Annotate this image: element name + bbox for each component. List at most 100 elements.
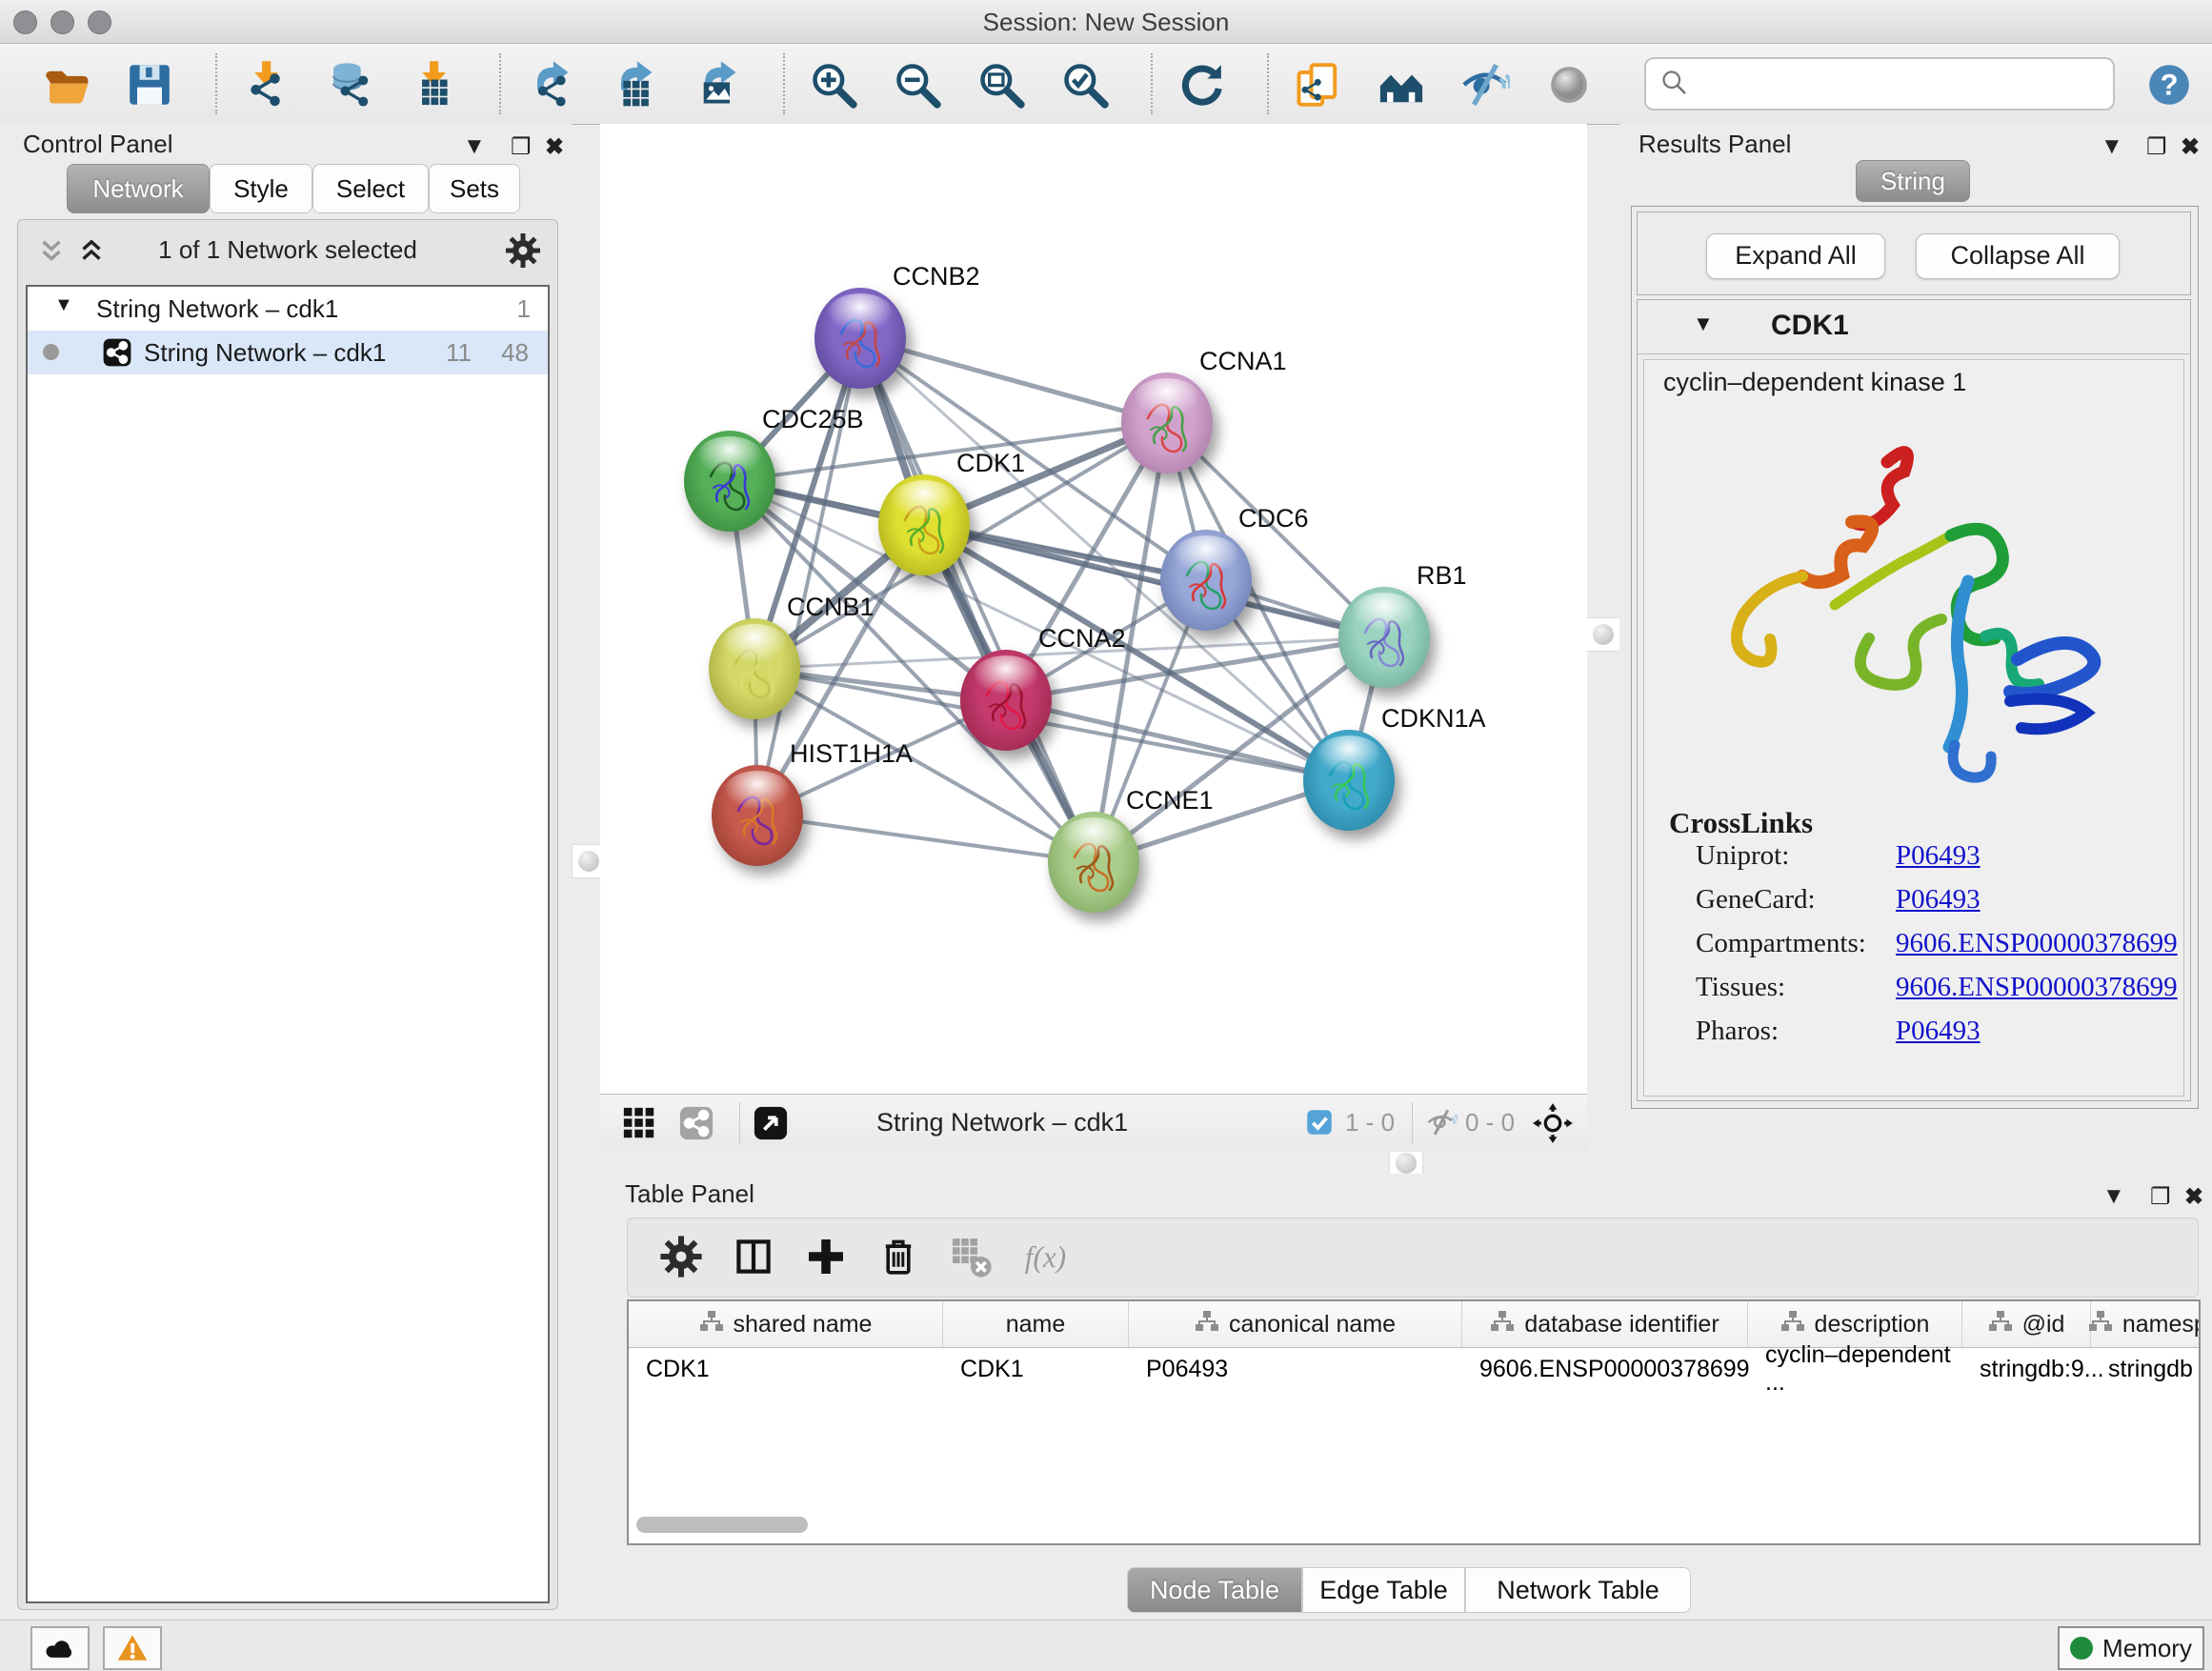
column-header-databaseidentifier[interactable]: database identifier (1462, 1301, 1748, 1347)
fit-selected-icon[interactable] (1532, 1102, 1574, 1149)
tab-network[interactable]: Network (67, 164, 210, 213)
cell[interactable]: CDK1 (629, 1347, 943, 1391)
cell[interactable]: 9606.ENSP00000378699 (1462, 1347, 1748, 1391)
first-neighbors-icon[interactable] (1374, 57, 1429, 112)
birds-eye-view-icon[interactable] (753, 1105, 789, 1146)
column-header-description[interactable]: description (1748, 1301, 1962, 1347)
node-CDKN1A[interactable] (1303, 730, 1395, 831)
network-view-share-icon[interactable] (678, 1105, 714, 1146)
column-header-namespace[interactable]: namespace (2091, 1301, 2201, 1347)
right-splitter-handle[interactable] (1586, 617, 1620, 652)
crosslink-link[interactable]: P06493 (1896, 840, 1981, 872)
network-list-toolbar: 1 of 1 Network selected (18, 220, 557, 283)
help-icon[interactable]: ? (2142, 57, 2197, 112)
memory-label: Memory (2102, 1634, 2192, 1663)
panel-close-icon[interactable]: ✖ (545, 133, 564, 161)
panel-menu-icon[interactable]: ▼ (2101, 133, 2123, 160)
node-CDK1[interactable] (878, 474, 970, 575)
crosslink-label: Compartments: (1696, 928, 1866, 959)
tab-node-table[interactable]: Node Table (1127, 1567, 1302, 1613)
cell[interactable]: P06493 (1129, 1347, 1462, 1391)
copy-style-icon[interactable] (1290, 57, 1345, 112)
export-table-icon[interactable] (606, 57, 661, 112)
node-CCNA2[interactable] (960, 650, 1052, 751)
network-collection-row[interactable]: ▼ String Network – cdk1 1 (28, 287, 548, 331)
zoom-in-icon[interactable] (806, 57, 861, 112)
panel-close-icon[interactable]: ✖ (2184, 1183, 2203, 1211)
apply-layout-icon[interactable] (1174, 57, 1229, 112)
open-session-icon[interactable] (38, 57, 93, 112)
crosslink-link[interactable]: P06493 (1896, 884, 1981, 916)
column-header-name[interactable]: name (943, 1301, 1129, 1347)
columns-icon[interactable] (727, 1230, 780, 1283)
horizontal-scrollbar-thumb[interactable] (636, 1517, 808, 1533)
node-CDC6[interactable] (1160, 530, 1252, 631)
selected-checkbox-icon[interactable] (1305, 1108, 1334, 1141)
node-RB1[interactable] (1338, 587, 1430, 688)
warning-button[interactable] (103, 1626, 162, 1670)
node-CCNA1[interactable] (1121, 372, 1213, 473)
collapse-triangle-icon[interactable]: ▼ (1693, 312, 1714, 336)
node-CCNB1[interactable] (709, 618, 800, 719)
memory-button[interactable]: Memory (2058, 1626, 2204, 1670)
show-all-icon[interactable] (1541, 57, 1597, 112)
panel-float-icon[interactable]: ❐ (511, 133, 532, 161)
tab-string[interactable]: String (1856, 160, 1970, 202)
crosslink-link[interactable]: 9606.ENSP00000378699 (1896, 972, 2178, 1003)
cell[interactable]: CDK1 (943, 1347, 1129, 1391)
node-CCNB2[interactable] (814, 288, 906, 389)
collapse-triangle-icon[interactable]: ▼ (54, 294, 73, 316)
tab-network-table[interactable]: Network Table (1465, 1567, 1691, 1613)
hidden-counts: 0 - 0 (1465, 1108, 1515, 1137)
tab-edge-table[interactable]: Edge Table (1302, 1567, 1465, 1613)
hide-selected-icon[interactable] (1458, 57, 1513, 112)
delete-column-icon[interactable] (872, 1230, 925, 1283)
cloud-button[interactable] (30, 1626, 90, 1670)
import-network-icon[interactable] (238, 57, 293, 112)
network-canvas[interactable]: CCNB2CCNA1CDC25BCDK1CDC6RB1CCNB1CCNA2CDK… (600, 124, 1587, 1094)
search-input[interactable] (1698, 64, 2113, 104)
export-image-icon[interactable] (690, 57, 745, 112)
cell[interactable]: stringdb:9... (1962, 1347, 2091, 1391)
cell[interactable]: stringdb (2091, 1347, 2201, 1391)
zoom-out-icon[interactable] (890, 57, 945, 112)
tab-select[interactable]: Select (312, 164, 429, 213)
tab-sets[interactable]: Sets (429, 164, 520, 213)
zoom-fit-icon[interactable] (974, 57, 1029, 112)
edge-HIST1H1A-CCNE1[interactable] (757, 815, 1094, 862)
expand-all-button[interactable]: Expand All (1706, 233, 1885, 279)
node-label-CDC25B: CDC25B (762, 405, 864, 434)
collapse-all-button[interactable]: Collapse All (1916, 233, 2120, 279)
cell[interactable]: cyclin–dependent ... (1748, 1347, 1962, 1391)
node-CCNE1[interactable] (1048, 812, 1139, 913)
gear-icon[interactable] (654, 1230, 708, 1283)
add-column-icon[interactable] (799, 1230, 853, 1283)
gear-icon[interactable] (504, 232, 542, 274)
crosslink-link[interactable]: 9606.ENSP00000378699 (1896, 928, 2178, 959)
import-network-database-icon[interactable] (322, 57, 377, 112)
node-HIST1H1A[interactable] (712, 765, 803, 866)
gene-section-header[interactable]: ▼ CDK1 (1638, 300, 2190, 354)
column-header-sharedname[interactable]: shared name (629, 1301, 943, 1347)
fx-icon: f(x) (1016, 1230, 1070, 1283)
panel-float-icon[interactable]: ❐ (2146, 133, 2167, 161)
column-header-id[interactable]: @id (1962, 1301, 2091, 1347)
panel-float-icon[interactable]: ❐ (2150, 1183, 2171, 1211)
tab-style[interactable]: Style (210, 164, 312, 213)
export-network-icon[interactable] (522, 57, 577, 112)
save-session-icon[interactable] (122, 57, 177, 112)
edge-CCNA2-CDKN1A[interactable] (1006, 700, 1349, 780)
crosslink-link[interactable]: P06493 (1896, 1016, 1981, 1047)
gene-section: ▼ CDK1 cyclin–dependent kinase 1 (1637, 299, 2191, 1101)
panel-close-icon[interactable]: ✖ (2181, 133, 2200, 161)
zoom-selected-icon[interactable] (1057, 57, 1113, 112)
import-table-icon[interactable] (406, 57, 461, 112)
node-gloss (1061, 817, 1126, 856)
panel-menu-icon[interactable]: ▼ (463, 133, 486, 160)
column-header-canonicalname[interactable]: canonical name (1129, 1301, 1462, 1347)
network-row[interactable]: String Network – cdk1 11 48 (28, 331, 548, 374)
grid-view-icon[interactable] (621, 1105, 657, 1146)
footer-separator (739, 1102, 740, 1144)
node-CDC25B[interactable] (684, 431, 775, 532)
panel-menu-icon[interactable]: ▼ (2102, 1183, 2125, 1210)
